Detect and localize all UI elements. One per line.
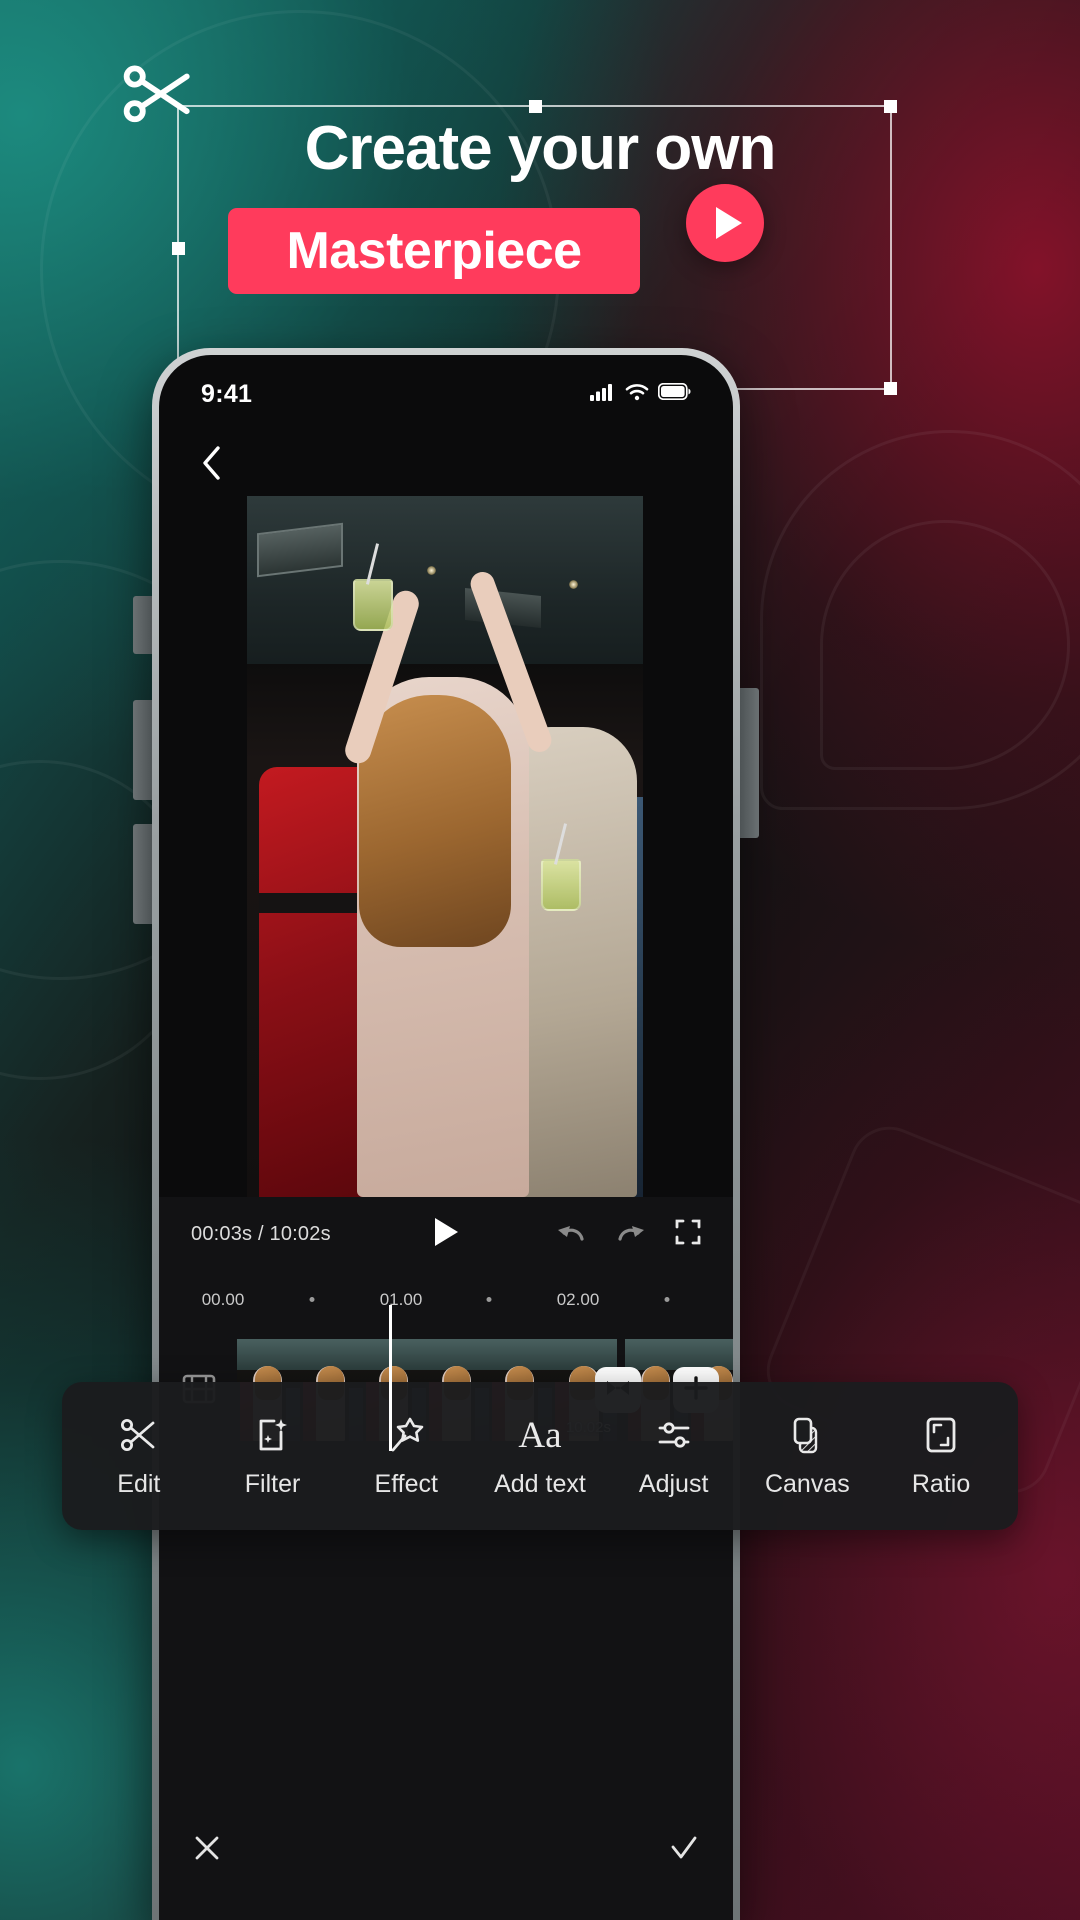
sliders-icon (654, 1413, 694, 1457)
tool-add-text[interactable]: Aa Add text (476, 1413, 604, 1499)
hero-banner: Create your own Masterpiece (0, 0, 1080, 400)
cancel-button[interactable] (193, 1834, 221, 1867)
check-icon (669, 1836, 699, 1866)
player-play-button[interactable] (432, 1216, 460, 1253)
tool-edit[interactable]: Edit (75, 1413, 203, 1499)
aspect-ratio-icon (921, 1413, 961, 1457)
tool-canvas[interactable]: Canvas (743, 1413, 871, 1499)
phone-screen: 9:41 00:03s / 10:02s 00.00 01.00 02.00 (159, 355, 733, 1920)
decorative-shape (820, 520, 1070, 770)
hero-badge: Masterpiece (228, 208, 640, 294)
fullscreen-icon (675, 1219, 701, 1249)
tool-effect[interactable]: Effect (342, 1413, 470, 1499)
tool-label: Filter (244, 1470, 301, 1498)
tool-label: Edit (117, 1470, 161, 1498)
phone-volume-down-button (133, 824, 152, 924)
text-aa-icon: Aa (518, 1414, 562, 1456)
undo-icon (555, 1225, 587, 1249)
ruler-tick: 01.00 (379, 1290, 423, 1309)
close-icon (193, 1836, 221, 1866)
crop-handle-bottom-right[interactable] (884, 382, 897, 395)
player-controls: 00:03s / 10:02s (159, 1197, 733, 1271)
crop-handle-left[interactable] (172, 241, 185, 255)
tool-adjust[interactable]: Adjust (610, 1413, 738, 1499)
phone-volume-up-button (133, 700, 152, 800)
phone-power-button (740, 688, 759, 838)
hero-badge-label: Masterpiece (286, 222, 582, 280)
confirm-bar (159, 1818, 733, 1882)
scissors-icon (119, 1413, 159, 1457)
editor-toolbar: Edit Filter Effect Aa Add text Adjust Ca… (62, 1382, 1018, 1530)
fullscreen-button[interactable] (675, 1219, 701, 1250)
phone-mockup: 9:41 00:03s / 10:02s 00.00 01.00 02.00 (133, 348, 759, 1920)
tool-label: Add text (494, 1470, 586, 1498)
timeline-playhead[interactable] (389, 1305, 392, 1451)
crop-handle-top-right[interactable] (884, 100, 897, 113)
cellular-signal-icon (590, 383, 616, 406)
ruler-dot (309, 1297, 315, 1302)
video-preview[interactable] (247, 496, 643, 1197)
ruler-dot (664, 1297, 670, 1302)
tool-label: Adjust (638, 1470, 709, 1498)
redo-icon (615, 1225, 647, 1249)
back-button[interactable] (181, 435, 241, 495)
wifi-icon (625, 383, 649, 406)
play-icon (715, 207, 742, 239)
canvas-layers-icon (787, 1413, 827, 1457)
timeline-ruler[interactable]: 00.00 01.00 02.00 03.00 04.00 (159, 1271, 733, 1331)
confirm-button[interactable] (669, 1834, 699, 1867)
ruler-tick: 02.00 (556, 1290, 600, 1309)
tool-ratio[interactable]: Ratio (877, 1413, 1005, 1499)
tool-label: Ratio (911, 1470, 971, 1498)
tool-label: Canvas (764, 1470, 850, 1498)
battery-icon (657, 382, 691, 405)
phone-silent-switch (133, 596, 152, 654)
tool-label: Effect (374, 1470, 438, 1498)
magic-wand-icon (386, 1413, 426, 1457)
hero-headline: Create your own (304, 114, 777, 183)
status-bar: 9:41 (159, 355, 733, 421)
ruler-dot (486, 1297, 492, 1302)
tool-filter[interactable]: Filter (209, 1413, 337, 1499)
player-time-display: 00:03s / 10:02s (191, 1222, 331, 1245)
hero-play-button[interactable] (686, 184, 764, 262)
redo-button[interactable] (615, 1219, 647, 1250)
undo-button[interactable] (555, 1219, 587, 1250)
filter-sparkle-icon (253, 1413, 293, 1457)
crop-handle-top[interactable] (528, 100, 542, 113)
chevron-left-icon (200, 444, 222, 487)
ruler-tick: 00.00 (201, 1290, 245, 1309)
play-icon (432, 1216, 460, 1253)
status-clock: 9:41 (201, 379, 253, 408)
